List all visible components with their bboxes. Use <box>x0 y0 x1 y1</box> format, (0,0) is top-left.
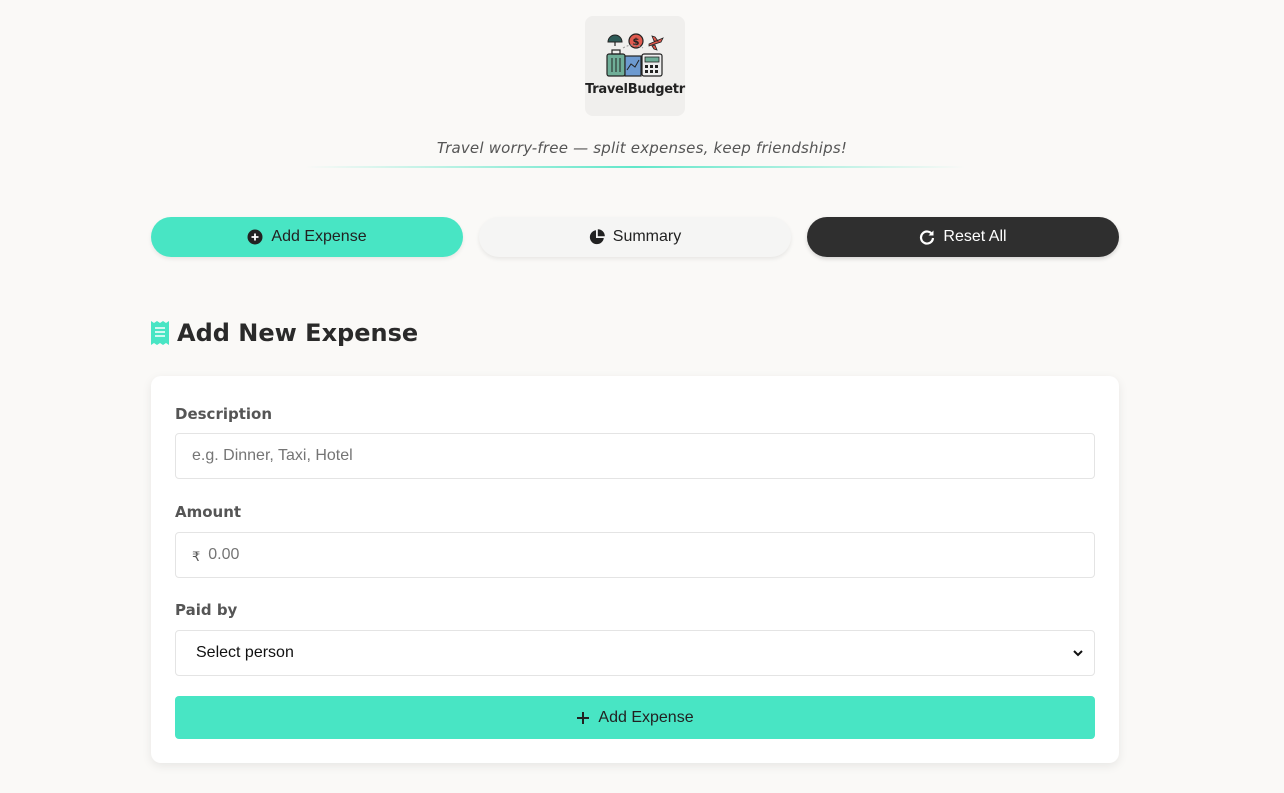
section-title-text: Add New Expense <box>177 319 419 347</box>
paid-by-select[interactable]: Select person <box>175 630 1095 676</box>
logo: $ TravelBudgetr <box>585 16 685 116</box>
pie-chart-icon <box>589 229 605 245</box>
amount-input[interactable]: ₹ 0.00 <box>175 532 1095 578</box>
reset-all-button[interactable]: Reset All <box>807 217 1119 257</box>
add-expense-submit-button[interactable]: Add Expense <box>175 696 1095 739</box>
plus-icon <box>576 711 590 725</box>
amount-label: Amount <box>175 503 242 521</box>
description-label: Description <box>175 405 273 423</box>
currency-symbol: ₹ <box>192 548 201 564</box>
add-expense-submit-label: Add Expense <box>598 708 694 726</box>
description-input[interactable]: e.g. Dinner, Taxi, Hotel <box>175 433 1095 479</box>
reset-all-label: Reset All <box>943 228 1007 245</box>
tagline-divider <box>305 166 965 168</box>
summary-tab-label: Summary <box>612 228 682 245</box>
chevron-down-icon <box>1072 647 1084 659</box>
description-placeholder: e.g. Dinner, Taxi, Hotel <box>192 447 353 464</box>
tagline: Travel worry-free — split expenses, keep… <box>436 139 848 157</box>
logo-text: TravelBudgetr <box>585 82 685 97</box>
receipt-icon <box>151 321 169 345</box>
section-title: Add New Expense <box>151 318 418 348</box>
add-expense-tab-button[interactable]: Add Expense <box>151 217 463 257</box>
refresh-icon <box>919 229 935 245</box>
expense-form-card: Description e.g. Dinner, Taxi, Hotel Amo… <box>151 376 1119 763</box>
paid-by-label: Paid by <box>175 601 238 619</box>
plus-circle-icon <box>247 229 263 245</box>
amount-placeholder: 0.00 <box>208 546 240 563</box>
travel-logo-icon: $ <box>606 33 664 77</box>
paid-by-selected: Select person <box>196 644 294 661</box>
add-expense-tab-label: Add Expense <box>271 228 367 245</box>
summary-tab-button[interactable]: Summary <box>479 217 791 257</box>
